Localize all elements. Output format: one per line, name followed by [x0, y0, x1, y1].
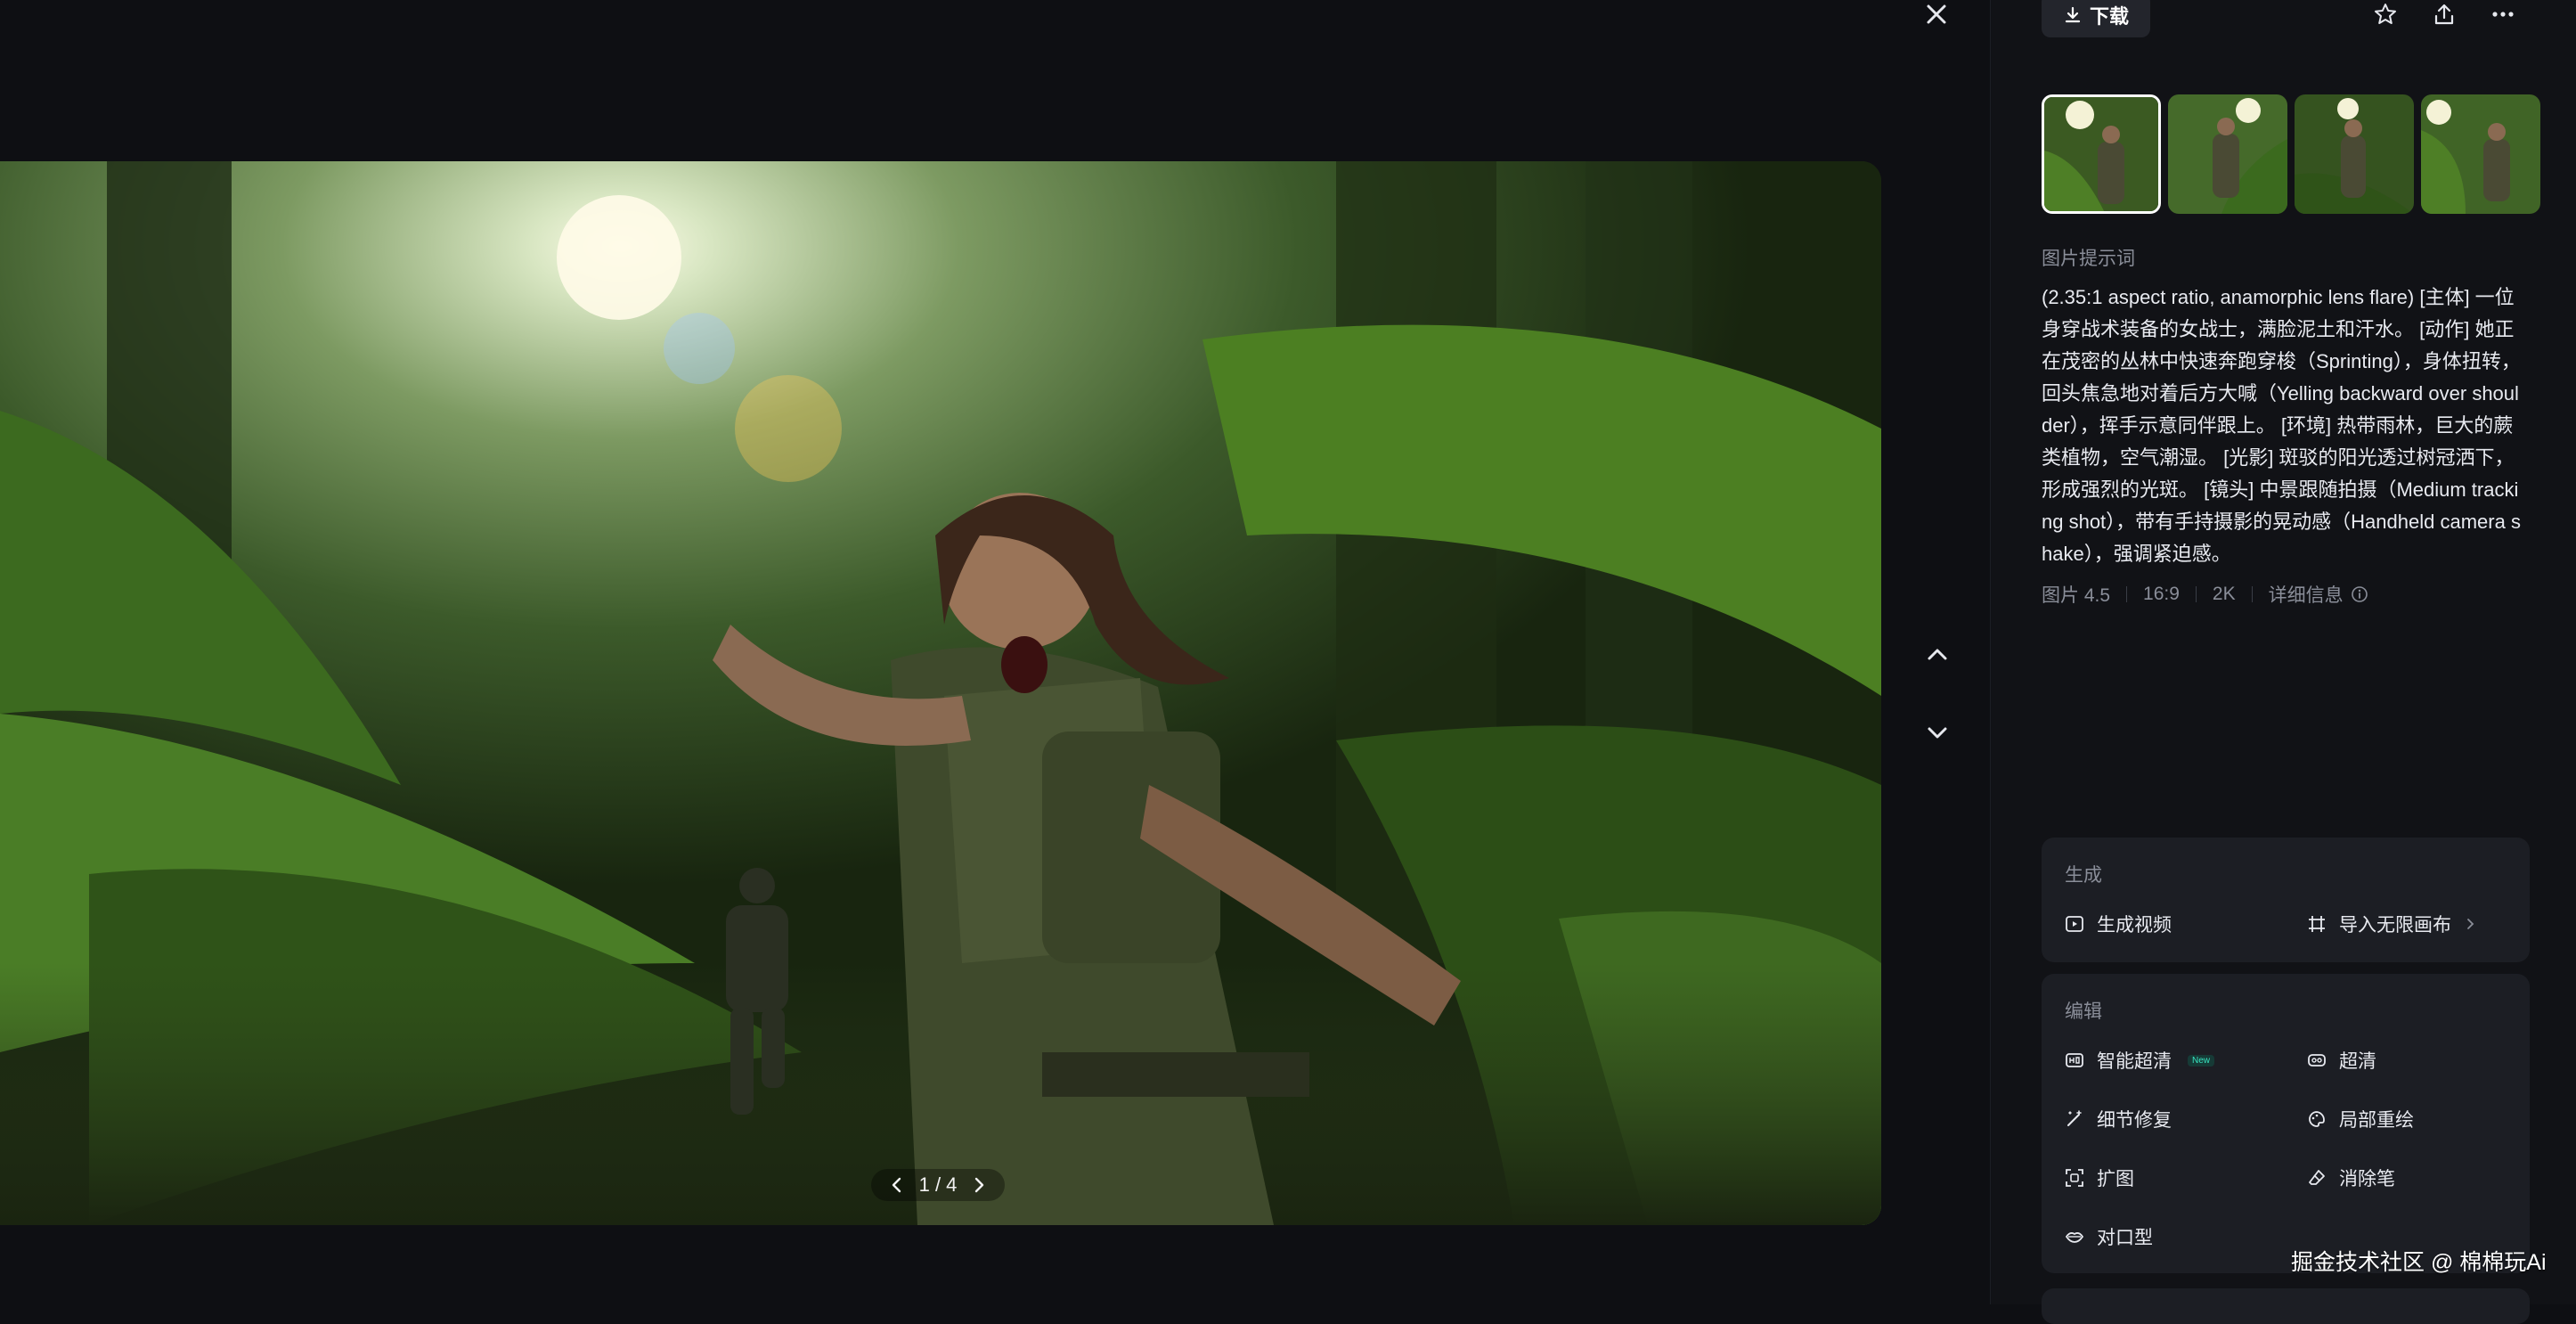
- lip-sync-label: 对口型: [2097, 1228, 2153, 1248]
- more-options-button[interactable]: [2487, 0, 2519, 29]
- generate-video-button[interactable]: 生成视频: [2065, 911, 2172, 937]
- next-image-button[interactable]: [1923, 718, 1952, 747]
- hd-icon: [2066, 1053, 2083, 1067]
- chevron-down-icon: [1928, 727, 1947, 739]
- eraser-icon: [2309, 1170, 2325, 1185]
- chevron-up-icon: [1928, 649, 1947, 660]
- hd-button[interactable]: 超清: [2307, 1047, 2376, 1074]
- prompt-title: 图片提示词: [2042, 249, 2135, 269]
- download-button[interactable]: 下载: [2042, 0, 2150, 37]
- aspect-ratio: 16:9: [2143, 584, 2180, 604]
- lip-sync-button[interactable]: 对口型: [2065, 1223, 2153, 1250]
- model-version: 图片 4.5: [2042, 585, 2111, 606]
- detail-fix-label: 细节修复: [2097, 1110, 2172, 1131]
- image-pager: 1 / 4: [871, 1169, 1005, 1201]
- chevron-left-icon[interactable]: [887, 1175, 907, 1195]
- thumbnail-image: [2295, 94, 2414, 214]
- magic-wand-icon: [2067, 1110, 2082, 1126]
- resolution: 2K: [2212, 584, 2236, 604]
- eraser-button[interactable]: 消除笔: [2307, 1165, 2395, 1191]
- details-link[interactable]: 详细信息: [2269, 581, 2368, 608]
- import-canvas-label: 导入无限画布: [2339, 915, 2451, 936]
- video-icon: [2066, 916, 2083, 932]
- pager-text: 1 / 4: [918, 1173, 958, 1196]
- thumbnail-strip: [2042, 94, 2540, 214]
- smart-hd-label: 智能超清: [2097, 1051, 2172, 1072]
- expand-button[interactable]: 扩图: [2065, 1165, 2134, 1191]
- share-icon: [2434, 4, 2454, 25]
- thumbnail-1[interactable]: [2042, 94, 2161, 214]
- share-button[interactable]: [2428, 0, 2460, 29]
- lips-icon: [2065, 1232, 2084, 1243]
- previous-image-button[interactable]: [1923, 641, 1952, 669]
- download-icon: [2065, 6, 2081, 23]
- thumbnail-image: [2168, 94, 2287, 214]
- edit-section: 编辑 智能超清 New 超清 细节修复 局部重绘 扩图 消除笔 对口型: [2042, 974, 2530, 1273]
- close-icon: [1927, 4, 1946, 24]
- local-redraw-label: 局部重绘: [2339, 1110, 2414, 1131]
- favorite-button[interactable]: [2369, 0, 2401, 29]
- more-icon: [2492, 12, 2514, 17]
- image-viewer: 1 / 4: [0, 0, 1985, 1304]
- canvas-icon: [2309, 916, 2325, 932]
- thumbnail-3[interactable]: [2295, 94, 2414, 214]
- expand-icon: [2066, 1169, 2083, 1187]
- download-label: 下载: [2089, 5, 2129, 28]
- generate-title: 生成: [2065, 865, 2102, 886]
- palette-icon: [2309, 1111, 2325, 1127]
- edit-title: 编辑: [2065, 1001, 2102, 1022]
- details-label: 详细信息: [2268, 585, 2344, 606]
- image-meta: 图片 4.5 16:9 2K 详细信息: [2042, 581, 2368, 608]
- main-image[interactable]: [0, 161, 1881, 1225]
- smart-hd-button[interactable]: 智能超清 New: [2065, 1047, 2215, 1074]
- eraser-label: 消除笔: [2339, 1169, 2395, 1189]
- hd-label: 超清: [2339, 1051, 2376, 1072]
- meta-divider: [2251, 586, 2253, 602]
- thumbnail-2[interactable]: [2168, 94, 2287, 214]
- generate-video-label: 生成视频: [2097, 915, 2172, 936]
- info-icon: [2351, 586, 2368, 602]
- panel-toolbar: 下载: [2042, 0, 2576, 37]
- close-button[interactable]: [1919, 0, 1954, 29]
- new-badge: New: [2188, 1054, 2215, 1067]
- chevron-right-icon[interactable]: [969, 1175, 989, 1195]
- thumbnail-image: [2044, 97, 2158, 211]
- expand-label: 扩图: [2097, 1169, 2134, 1189]
- more-section: [2042, 1288, 2530, 1324]
- star-icon: [2375, 4, 2396, 24]
- import-canvas-button[interactable]: 导入无限画布: [2307, 911, 2476, 937]
- detail-fix-button[interactable]: 细节修复: [2065, 1106, 2172, 1132]
- prompt-text: (2.35:1 aspect ratio, anamorphic lens fl…: [2042, 286, 2521, 565]
- thumbnail-image: [2421, 94, 2540, 214]
- meta-divider: [2195, 586, 2197, 602]
- jungle-scene-image: [0, 161, 1881, 1225]
- meta-divider: [2126, 586, 2128, 602]
- generate-section: 生成 生成视频 导入无限画布: [2042, 838, 2530, 962]
- hd-icon: [2308, 1054, 2326, 1067]
- local-redraw-button[interactable]: 局部重绘: [2307, 1106, 2414, 1132]
- thumbnail-4[interactable]: [2421, 94, 2540, 214]
- watermark: 掘金技术社区 @ 棉棉玩Ai: [2291, 1250, 2547, 1275]
- chevron-right-icon: [2467, 919, 2474, 929]
